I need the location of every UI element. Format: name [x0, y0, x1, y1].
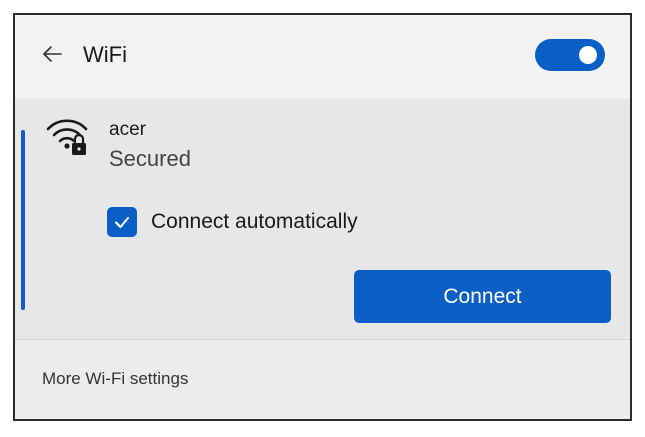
arrow-left-icon[interactable] — [41, 43, 63, 65]
toggle-knob — [579, 46, 597, 64]
network-item-acer[interactable]: acer Secured Connect automatically Conne… — [15, 99, 630, 339]
connect-automatically-checkbox[interactable] — [107, 207, 137, 237]
more-wifi-settings-link[interactable]: More Wi-Fi settings — [42, 369, 188, 389]
network-name: acer — [109, 119, 146, 140]
wifi-toggle[interactable] — [535, 39, 605, 71]
page-title: WiFi — [83, 42, 127, 67]
selection-indicator — [21, 130, 25, 310]
wifi-footer: More Wi-Fi settings — [15, 339, 630, 419]
wifi-secured-icon — [45, 116, 91, 156]
footer-divider — [15, 339, 630, 340]
network-security-status: Secured — [109, 146, 191, 171]
connect-button[interactable]: Connect — [354, 270, 611, 323]
checkmark-icon — [115, 217, 129, 228]
wifi-header: WiFi — [15, 15, 630, 99]
connect-automatically-option[interactable]: Connect automatically — [107, 206, 358, 238]
wifi-flyout: WiFi acer Secured Connect automatically … — [13, 13, 632, 421]
connect-automatically-label: Connect automatically — [151, 210, 358, 233]
